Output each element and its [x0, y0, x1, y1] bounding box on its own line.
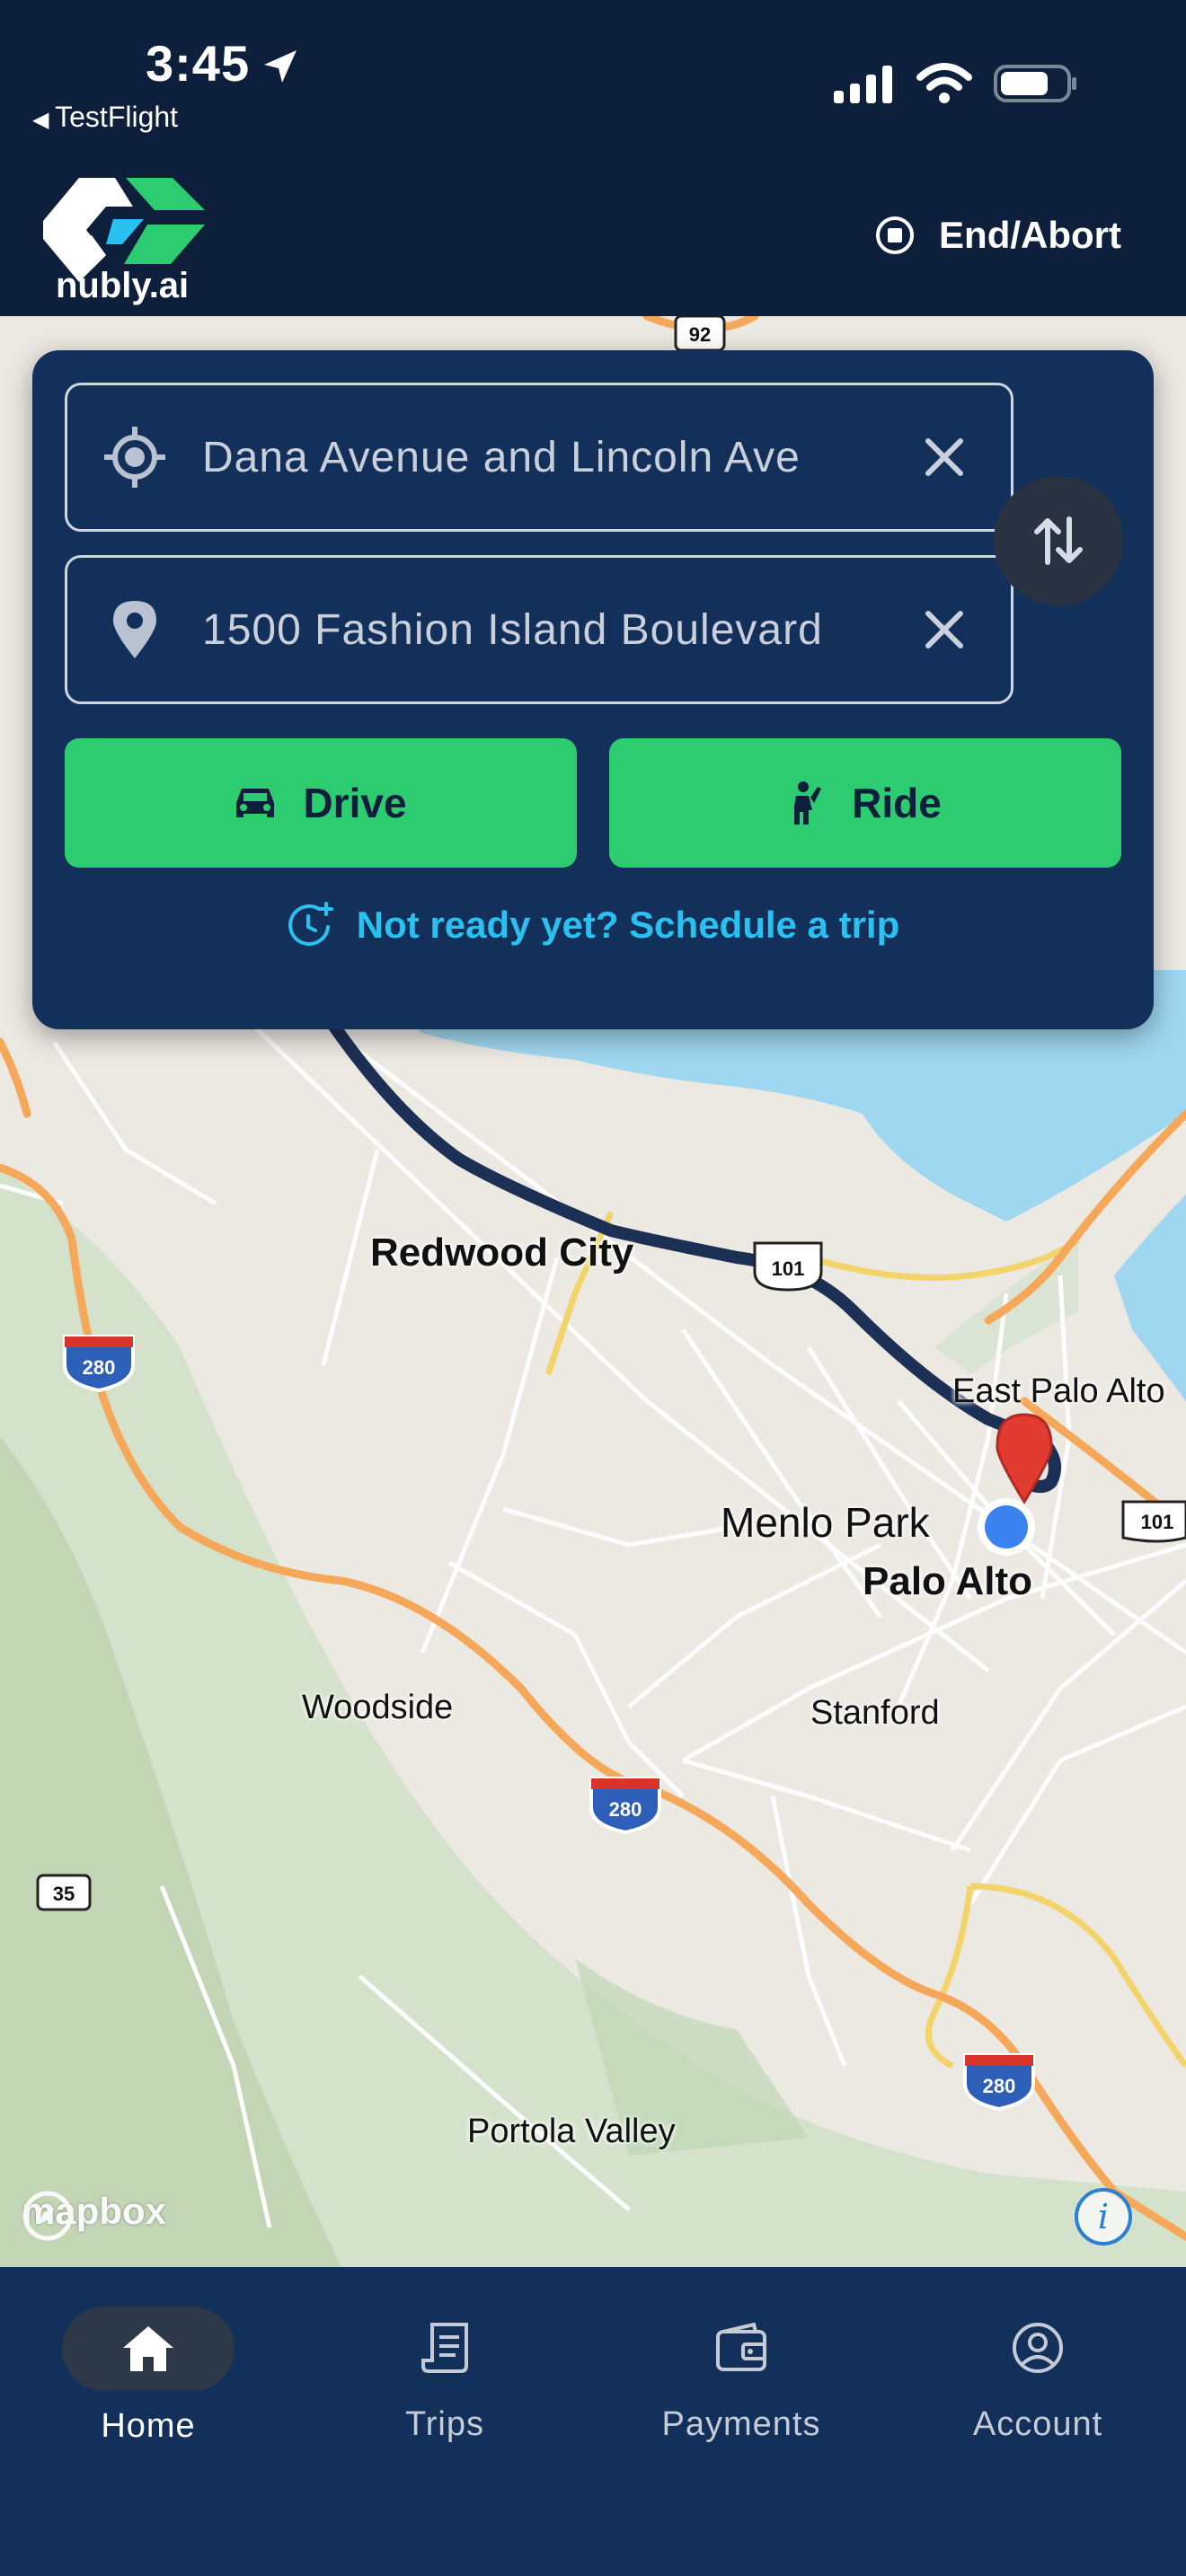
destination-field[interactable]: 1500 Fashion Island Boulevard — [65, 555, 1013, 704]
swap-arrows-icon — [1034, 516, 1083, 565]
svg-text:35: 35 — [53, 1883, 75, 1905]
ride-label: Ride — [852, 780, 942, 826]
destination-input[interactable]: 1500 Fashion Island Boulevard — [202, 605, 878, 655]
status-time: 3:45 — [146, 35, 251, 92]
account-icon — [890, 2307, 1186, 2389]
stop-circle-icon — [876, 216, 915, 254]
location-arrow-icon — [264, 50, 296, 83]
trip-planner-card: Dana Avenue and Lincoln Ave 1500 Fashion… — [32, 350, 1154, 1029]
svg-text:280: 280 — [609, 1798, 642, 1821]
end-abort-label: End/Abort — [939, 214, 1121, 256]
drive-label: Drive — [303, 780, 407, 826]
mapbox-attribution[interactable]: mapbox — [22, 2190, 166, 2241]
map-label-redwood-city: Redwood City — [370, 1231, 634, 1275]
tab-home[interactable]: Home — [0, 2307, 296, 2446]
status-icons — [834, 63, 1078, 104]
svg-text:101: 101 — [1141, 1511, 1174, 1533]
wifi-icon — [916, 63, 972, 103]
map-pin-icon — [67, 558, 202, 701]
map-label-portola-valley: Portola Valley — [467, 2113, 676, 2150]
svg-text:280: 280 — [983, 2075, 1016, 2097]
current-location-dot — [985, 1505, 1028, 1548]
battery-icon — [994, 65, 1076, 102]
tab-home-label: Home — [101, 2407, 196, 2445]
top-bar: 3:45 ◀ TestFlight nubly.ai End/Abort — [0, 0, 1186, 316]
ride-button[interactable]: Ride — [609, 738, 1121, 868]
shield-us101-a: 101 — [753, 1241, 823, 1292]
hail-person-icon — [794, 781, 822, 825]
my-location-icon — [67, 385, 202, 529]
schedule-trip-label: Not ready yet? Schedule a trip — [356, 904, 900, 946]
shield-i280-a: 280 — [63, 1335, 135, 1393]
home-icon — [62, 2307, 235, 2391]
close-icon — [925, 438, 963, 476]
map-label-menlo-park: Menlo Park — [721, 1499, 930, 1546]
map-info-button[interactable]: i — [1075, 2188, 1132, 2245]
wallet-icon — [593, 2307, 890, 2389]
schedule-trip-link[interactable]: Not ready yet? Schedule a trip — [32, 860, 1154, 990]
map-label-woodside: Woodside — [302, 1689, 454, 1726]
shield-ca35: 35 — [36, 1874, 92, 1911]
origin-input[interactable]: Dana Avenue and Lincoln Ave — [202, 433, 878, 482]
shield-us101-b: 101 — [1121, 1500, 1186, 1543]
cellular-signal-icon — [834, 66, 892, 103]
shield-i280-b: 280 — [589, 1777, 661, 1835]
svg-text:101: 101 — [772, 1257, 805, 1280]
tab-trips-label: Trips — [404, 2405, 485, 2443]
tab-account-label: Account — [972, 2405, 1103, 2443]
tab-account[interactable]: Account — [890, 2307, 1186, 2444]
back-to-testflight[interactable]: ◀ TestFlight — [32, 101, 178, 134]
origin-field[interactable]: Dana Avenue and Lincoln Ave — [65, 383, 1013, 532]
clear-destination-button[interactable] — [878, 558, 1011, 701]
tab-payments[interactable]: Payments — [593, 2307, 890, 2444]
map-label-palo-alto: Palo Alto — [863, 1559, 1033, 1603]
close-icon — [925, 611, 963, 648]
map-label-east-palo-alto: East Palo Alto — [952, 1372, 1165, 1410]
svg-text:280: 280 — [83, 1356, 116, 1379]
app-screen: 280 280 280 101 101 92 35 Redwood City E… — [0, 0, 1186, 2576]
arterial-roads — [544, 1211, 1186, 2069]
back-triangle-icon: ◀ — [32, 108, 56, 132]
swap-locations-button[interactable] — [994, 476, 1123, 605]
car-icon — [236, 789, 275, 817]
svg-text:92: 92 — [689, 323, 711, 346]
receipt-icon — [296, 2307, 593, 2389]
shield-ca92: 92 — [674, 316, 726, 352]
tab-payments-label: Payments — [661, 2405, 821, 2443]
shield-i280-c: 280 — [963, 2053, 1035, 2112]
bottom-tab-bar: Home Trips Payments Account — [0, 2267, 1186, 2576]
end-abort-button[interactable]: End/Abort — [874, 214, 1121, 257]
clear-origin-button[interactable] — [878, 385, 1011, 529]
tab-trips[interactable]: Trips — [296, 2307, 593, 2444]
map-label-stanford: Stanford — [810, 1694, 940, 1732]
mapbox-logo-icon — [22, 2191, 73, 2241]
schedule-clock-icon — [288, 902, 333, 946]
bay-water-east — [1114, 1195, 1186, 1401]
back-app-label: TestFlight — [55, 101, 179, 133]
drive-button[interactable]: Drive — [65, 738, 577, 868]
logo-wordmark: nubly.ai — [56, 266, 190, 305]
